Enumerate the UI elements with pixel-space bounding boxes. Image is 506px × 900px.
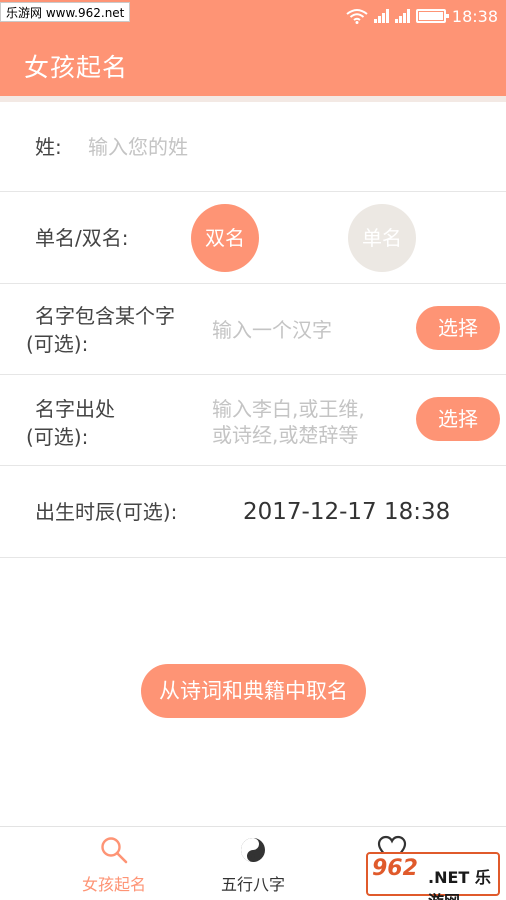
wifi-icon xyxy=(346,9,368,24)
status-bar: 乐游网 www.962.net 18:38 xyxy=(0,0,506,32)
tab-girl-naming-label: 女孩起名 xyxy=(81,875,146,894)
birth-time-label: 出生时辰(可选): xyxy=(35,500,178,524)
single-name-option[interactable]: 单名 xyxy=(348,204,416,272)
contains-char-row: 名字包含某个字 (可选): 输入一个汉字 选择 xyxy=(0,284,506,375)
watermark-logo-number: 962 xyxy=(372,856,418,881)
status-time: 18:38 xyxy=(451,6,498,26)
battery-icon xyxy=(415,9,449,23)
surname-row: 姓: 输入您的姓 xyxy=(0,102,506,192)
contains-char-input[interactable]: 输入一个汉字 xyxy=(212,316,332,344)
name-type-label: 单名/双名: xyxy=(35,226,129,250)
source-input-line2[interactable]: 或诗经,或楚辞等 xyxy=(212,421,358,449)
surname-input[interactable]: 输入您的姓 xyxy=(88,133,488,161)
watermark-top: 乐游网 www.962.net xyxy=(0,2,131,22)
contains-select-button[interactable]: 选择 xyxy=(416,306,500,350)
watermark-logo: 962 .NET 乐游网 xyxy=(366,852,500,900)
source-select-button[interactable]: 选择 xyxy=(416,397,500,441)
source-input-line1[interactable]: 输入李白,或王维, xyxy=(212,395,365,423)
app-bar: 女孩起名 xyxy=(0,32,506,96)
yin-yang-icon xyxy=(241,838,265,862)
signal-icon xyxy=(373,9,389,23)
status-icons: 18:38 xyxy=(346,0,498,32)
generate-name-button[interactable]: 从诗词和典籍中取名 xyxy=(141,664,366,718)
source-label-line2: (可选): xyxy=(26,425,89,449)
contains-label-line2: (可选): xyxy=(26,332,89,356)
birth-time-row: 出生时辰(可选): 2017-12-17 18:38 xyxy=(0,466,506,558)
source-label-line1: 名字出处 xyxy=(35,397,115,421)
search-icon xyxy=(101,837,128,864)
double-name-option[interactable]: 双名 xyxy=(191,204,259,272)
birth-time-value[interactable]: 2017-12-17 18:38 xyxy=(243,498,450,526)
surname-label: 姓: xyxy=(35,135,62,159)
tab-five-elements[interactable]: 五行八字 xyxy=(198,827,308,900)
tab-five-elements-label: 五行八字 xyxy=(220,875,285,894)
name-source-row: 名字出处 (可选): 输入李白,或王维, 或诗经,或楚辞等 选择 xyxy=(0,375,506,466)
tab-girl-naming[interactable]: 女孩起名 xyxy=(59,827,169,900)
watermark-logo-text: .NET 乐游网 xyxy=(428,864,498,900)
page-title: 女孩起名 xyxy=(24,53,129,82)
signal-icon-2 xyxy=(394,9,410,23)
contains-label-line1: 名字包含某个字 xyxy=(35,304,175,328)
watermark-logo-suffix: .NET xyxy=(428,868,470,887)
name-type-row: 单名/双名: 双名 单名 xyxy=(0,192,506,284)
